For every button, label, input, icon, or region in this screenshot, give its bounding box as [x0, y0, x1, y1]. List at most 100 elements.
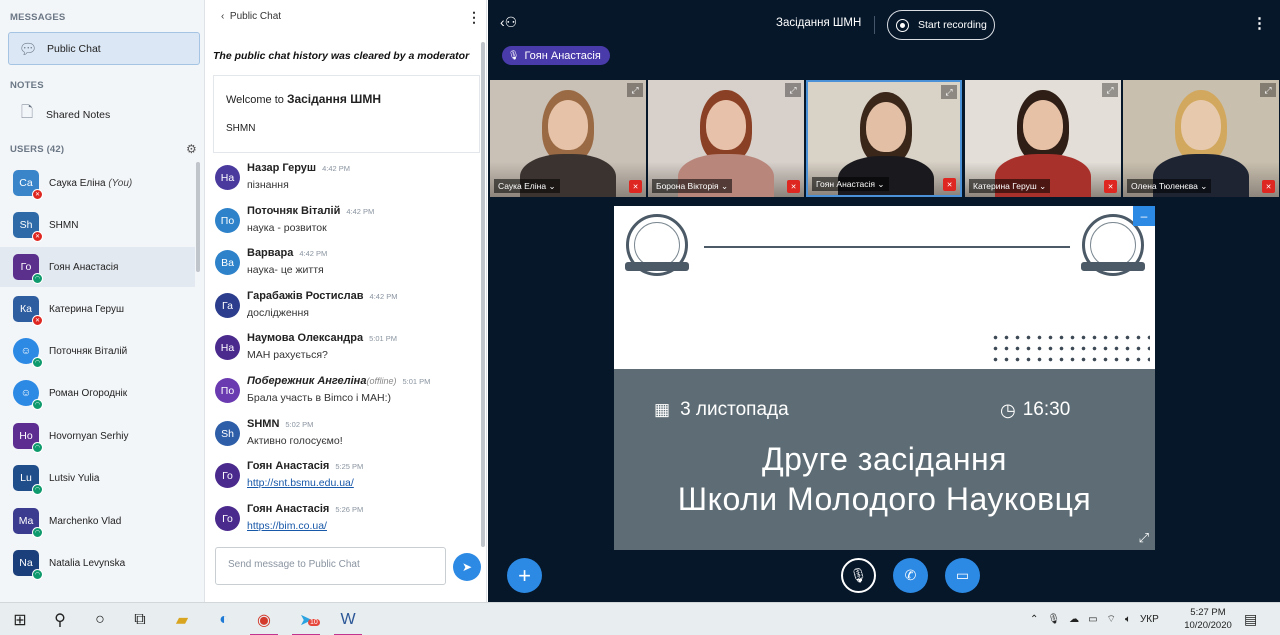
avatar: ☺ ◠ [13, 380, 43, 410]
start-recording-button[interactable]: Start recording [887, 10, 995, 40]
notifications-icon[interactable]: ▤ [1244, 611, 1257, 628]
cortana-icon[interactable]: ○ [80, 603, 120, 635]
slide-header-area [614, 206, 1155, 369]
message-link[interactable]: https://bim.co.ua/ [247, 520, 327, 532]
user-name-text: Hovornyan Serhiy [49, 430, 129, 442]
user-list-scrollbar[interactable] [196, 162, 200, 272]
muted-mic-icon: ✕ [1104, 180, 1117, 193]
fullscreen-icon[interactable]: ⤢ [785, 83, 801, 97]
chat-scrollbar[interactable] [481, 42, 485, 547]
fullscreen-icon[interactable]: ⤢ [941, 85, 957, 99]
webcam-video-tile[interactable]: ⤢ Борона Вікторія ⌄ ✕ [648, 80, 804, 197]
participant-name: Олена Тюленєва [1131, 181, 1198, 191]
chat-back-button[interactable]: ‹ Public Chat [221, 11, 281, 22]
participant-name-tag[interactable]: Саука Еліна ⌄ [494, 179, 560, 193]
chat-message: По Побережник Ангеліна(offline) 5:01 PM Бра… [215, 375, 480, 417]
word-icon[interactable]: W [328, 603, 368, 635]
message-author: Наумова Олександра [247, 332, 364, 344]
webcam-video-tile[interactable]: ⤢ Олена Тюленєва ⌄ ✕ [1123, 80, 1279, 197]
user-list-item[interactable]: Ma ◠ Marchenko Vlad [0, 501, 195, 541]
avatar-initials: Ho [19, 430, 33, 442]
muted-mic-icon: ✕ [32, 315, 43, 326]
unmute-microphone-button[interactable]: 🎙︎ [841, 558, 876, 593]
avatar-initials: Га [222, 299, 233, 312]
fullscreen-icon[interactable]: ⤢ [1139, 530, 1149, 546]
muted-mic-icon: ✕ [32, 231, 43, 242]
user-list-item[interactable]: Ка ✕ Катерина Геруш [0, 289, 195, 329]
chevron-up-icon[interactable]: ⌃ [1030, 614, 1038, 625]
avatar-initials: ☺ [20, 345, 32, 357]
share-webcam-button[interactable]: ▭ [945, 558, 980, 593]
battery-icon[interactable]: ▭ [1088, 614, 1097, 625]
webcam-video-tile[interactable]: ⤢ Саука Еліна ⌄ ✕ [490, 80, 646, 197]
avatar-initials: Sh [221, 427, 234, 440]
microphone-tray-icon[interactable]: 🎙︎ [1047, 614, 1060, 625]
gear-icon[interactable]: ⚙ [186, 142, 197, 156]
fullscreen-icon[interactable]: ⤢ [1102, 83, 1118, 97]
public-chat-button[interactable]: 💬︎ Public Chat [8, 32, 200, 65]
listen-only-icon: ◠ [32, 399, 43, 410]
message-text: наука - розвиток [247, 222, 327, 234]
user-list-item[interactable]: ☺ ◠ Роман Огороднік [0, 373, 195, 413]
chat-message: Sh SHMN 5:02 PM Активно голосуємо! [215, 418, 480, 460]
chevron-down-icon: ⌄ [877, 178, 885, 189]
webcam-video-tile[interactable]: ⤢ Катерина Геруш ⌄ ✕ [965, 80, 1121, 197]
shared-notes-button[interactable]: 🗋︎ Shared Notes [8, 98, 200, 131]
avatar: Га [215, 293, 240, 318]
fullscreen-icon[interactable]: ⤢ [1260, 83, 1276, 97]
chat-options-icon[interactable]: ⋮ [467, 9, 481, 26]
user-list-item[interactable]: Са ✕ Саука Еліна (You) [0, 163, 195, 203]
send-message-button[interactable]: ➤ [453, 553, 481, 581]
participant-name-tag[interactable]: Гоян Анастасія ⌄ [812, 177, 889, 191]
avatar-initials: По [220, 384, 235, 397]
chrome-browser-icon[interactable]: ◉ [244, 603, 284, 635]
taskbar-clock[interactable]: 5:27 PM 10/20/2020 [1183, 606, 1233, 632]
options-menu-icon[interactable]: ⋮ [1252, 14, 1267, 32]
chat-message: Го Гоян Анастасія 5:26 PM https://bim.co.ua… [215, 503, 480, 545]
user-list-item[interactable]: Lu ◠ Lutsiv Yulia [0, 458, 195, 498]
search-icon[interactable]: ⚲ [40, 603, 80, 635]
user-list-item[interactable]: Sh ✕ SHMN [0, 205, 195, 245]
notes-icon: 🗋︎ [20, 104, 34, 121]
message-text: Активно голосуємо! [247, 435, 343, 447]
language-indicator[interactable]: УКР [1140, 614, 1159, 625]
fullscreen-icon[interactable]: ⤢ [627, 83, 643, 97]
message-header: Побережник Ангеліна(offline) 5:01 PM [247, 375, 430, 387]
messages-header: MESSAGES [10, 12, 66, 23]
audio-phone-button[interactable]: ✆ [893, 558, 928, 593]
wifi-icon[interactable]: ⌔ [1107, 613, 1116, 626]
participant-name-tag[interactable]: Олена Тюленєва ⌄ [1127, 179, 1212, 193]
actions-plus-button[interactable]: + [507, 558, 542, 593]
message-link[interactable]: http://snt.bsmu.edu.ua/ [247, 477, 354, 489]
chat-message-input[interactable]: Send message to Public Chat [215, 547, 446, 585]
user-list-item[interactable]: Ho ◠ Hovornyan Serhiy [0, 416, 195, 456]
you-suffix: (You) [108, 177, 133, 189]
user-list-item[interactable]: Го ◠ Гоян Анастасія [0, 247, 195, 287]
windows-start-icon[interactable]: ⊞ [0, 603, 40, 635]
avatar-initials: Ка [20, 303, 32, 315]
file-explorer-icon[interactable]: ▰ [162, 603, 202, 635]
avatar-initials: Го [222, 469, 233, 482]
task-view-icon[interactable]: ⧉ [120, 603, 160, 635]
minimize-presentation-button[interactable]: – [1133, 206, 1155, 226]
edge-browser-icon[interactable]: ◐ [204, 603, 244, 635]
windows-taskbar: ⊞ ⚲ ○ ⧉ ▰ ◐ ◉ ➤ 10 W ⌃ 🎙︎ ☁ ▭ ⌔ 🔈︎ УКР 5:… [0, 602, 1280, 635]
listen-only-icon: ◠ [32, 569, 43, 580]
participant-name-tag[interactable]: Катерина Геруш ⌄ [969, 179, 1051, 193]
chevron-left-icon: ‹ [221, 11, 225, 22]
clock-date: 10/20/2020 [1184, 620, 1232, 631]
slide-time-text: 16:30 [1022, 399, 1071, 420]
toggle-userlist-icon[interactable]: ‹⚇ [500, 14, 517, 31]
participant-name-tag[interactable]: Борона Вікторія ⌄ [652, 179, 733, 193]
chat-cleared-notice: The public chat history was cleared by a… [213, 50, 470, 62]
avatar-initials: Na [19, 557, 33, 569]
message-header: Поточняк Віталій 4:42 PM [247, 205, 374, 217]
webcam-video-tile[interactable]: ⤢ Гоян Анастасія ⌄ ✕ [806, 80, 962, 197]
volume-icon[interactable]: 🔈︎ [1125, 614, 1131, 625]
user-list-panel: MESSAGES 💬︎ Public Chat NOTES 🗋︎ Shared … [0, 0, 205, 602]
user-list-item[interactable]: Na ◠ Natalia Levynska [0, 543, 195, 583]
telegram-icon[interactable]: ➤ 10 [286, 603, 326, 635]
camera-icon: ▭ [955, 567, 970, 583]
cloud-icon[interactable]: ☁ [1069, 614, 1079, 625]
user-list-item[interactable]: ☺ ◠ Поточняк Віталій [0, 331, 195, 371]
